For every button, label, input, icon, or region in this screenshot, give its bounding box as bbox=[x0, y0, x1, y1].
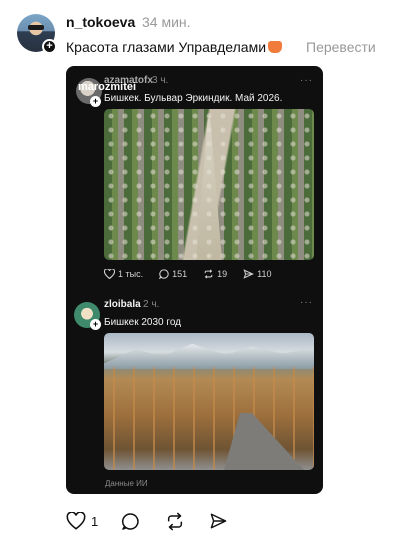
comment-button[interactable] bbox=[121, 512, 140, 531]
quoted-text: Бишкек. Бульвар Эркиндик. Май 2026. bbox=[104, 93, 283, 104]
quoted-text: Бишкек 2030 год bbox=[104, 317, 182, 328]
post-text-content: Красота глазами Управделами bbox=[66, 39, 267, 55]
share-icon bbox=[210, 513, 227, 529]
photo-trees bbox=[104, 109, 314, 260]
repost-icon bbox=[167, 512, 183, 531]
like-button[interactable]: 1 bbox=[66, 512, 98, 530]
follow-plus-icon[interactable]: + bbox=[42, 39, 57, 54]
quoted-plus-icon: + bbox=[90, 96, 101, 107]
share-icon bbox=[243, 269, 255, 279]
post-time: 34 мин. bbox=[142, 14, 191, 30]
quoted-repost-count: 19 bbox=[217, 269, 228, 279]
translate-link[interactable]: Перевести bbox=[306, 39, 376, 55]
comment-icon bbox=[122, 513, 139, 530]
future-city-photo bbox=[104, 333, 314, 470]
heart-icon bbox=[104, 269, 115, 279]
photo-mountains bbox=[104, 343, 314, 369]
repost-button[interactable] bbox=[165, 512, 185, 531]
repost-icon bbox=[204, 269, 213, 279]
embedded-screenshot[interactable]: + azamatofx 3 ч. ··· marozmitei Бишкек. … bbox=[66, 66, 323, 494]
quoted-time: 2 ч. bbox=[143, 299, 160, 310]
share-button[interactable] bbox=[209, 512, 228, 530]
quoted-username: zloibala bbox=[104, 299, 141, 310]
more-options-icon: ··· bbox=[300, 297, 313, 308]
quoted-actions: 1 тыс. 151 19 110 bbox=[104, 269, 288, 279]
quoted-share: 110 bbox=[243, 269, 272, 279]
more-options-icon: ··· bbox=[300, 75, 313, 86]
quoted-like-count: 1 тыс. bbox=[118, 269, 144, 279]
cat-emoji-icon bbox=[268, 41, 283, 53]
watermark-text: marozmitei bbox=[78, 81, 137, 93]
quoted-share-count: 110 bbox=[257, 269, 272, 279]
quoted-repost: 19 bbox=[203, 269, 227, 279]
ai-data-label: Данные ИИ bbox=[105, 479, 148, 488]
comment-icon bbox=[159, 269, 169, 279]
avatar-glasses bbox=[28, 25, 44, 30]
author-username[interactable]: n_tokoeva bbox=[66, 14, 135, 30]
author-avatar-wrap[interactable]: + bbox=[17, 14, 57, 54]
heart-icon bbox=[66, 512, 86, 530]
quoted-comment: 151 bbox=[159, 269, 187, 279]
quoted-comment-count: 151 bbox=[172, 269, 188, 279]
quoted-plus-icon: + bbox=[90, 319, 101, 330]
post-text: Красота глазами Управделами bbox=[66, 39, 283, 55]
boulevard-photo bbox=[104, 109, 314, 260]
quoted-like: 1 тыс. bbox=[104, 269, 143, 279]
quoted-time: 3 ч. bbox=[152, 75, 169, 86]
like-count: 1 bbox=[91, 513, 99, 529]
